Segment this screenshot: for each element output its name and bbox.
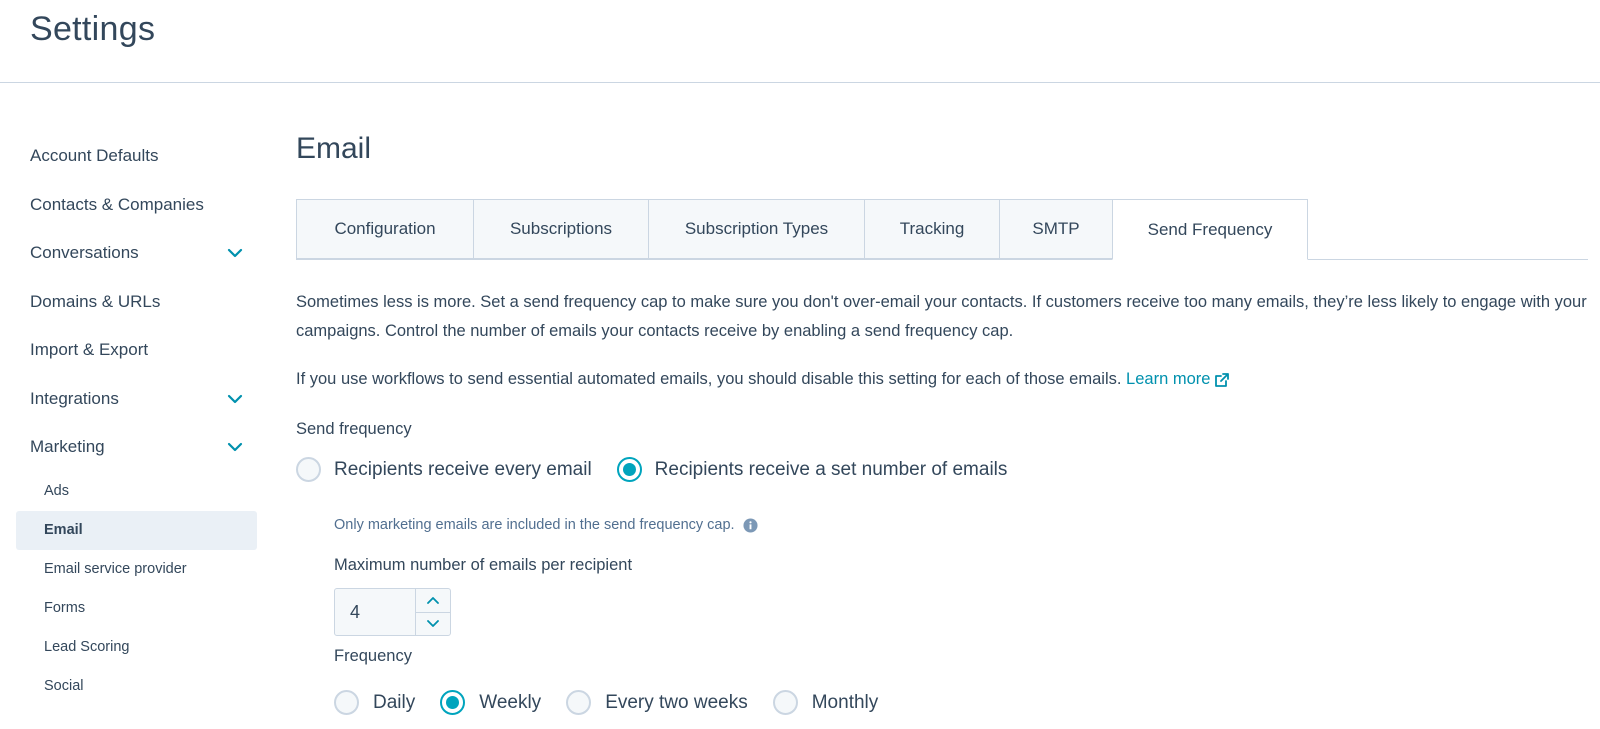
tab-label: Tracking (899, 219, 965, 238)
chevron-down-icon (227, 394, 243, 403)
tab-subscriptions[interactable]: Subscriptions (473, 199, 648, 259)
info-icon[interactable] (743, 517, 758, 533)
sidebar-subitem-label: Email (44, 522, 83, 538)
radio-label: Daily (373, 691, 416, 713)
sidebar-subitem-forms[interactable]: Forms (16, 589, 257, 628)
page-title: Settings (30, 10, 156, 48)
main-content: Email Configuration Subscriptions Subscr… (296, 0, 1600, 729)
sidebar-subitem-label: Social (44, 678, 84, 694)
radio-button-selected[interactable] (616, 457, 642, 482)
sidebar-item-import-export[interactable]: Import & Export (16, 326, 257, 375)
sidebar-subitem-email[interactable]: Email (16, 510, 257, 550)
external-link-icon (1215, 372, 1230, 387)
radio-button[interactable] (566, 690, 592, 715)
sidebar-item-contacts-companies[interactable]: Contacts & Companies (16, 181, 257, 230)
tab-subscription-types[interactable]: Subscription Types (648, 199, 864, 259)
sidebar-item-account-defaults[interactable]: Account Defaults (16, 132, 257, 181)
sidebar-subitem-lead-scoring[interactable]: Lead Scoring (16, 628, 257, 667)
send-cap-note-text: Only marketing emails are included in th… (334, 517, 735, 533)
learn-more-label: Learn more (1126, 370, 1211, 388)
radio-button[interactable] (296, 457, 321, 482)
tab-label: Send Frequency (1147, 219, 1273, 239)
stepper-buttons (415, 589, 450, 635)
radio-button[interactable] (334, 690, 359, 715)
sidebar-subitem-label: Email service provider (44, 561, 187, 577)
radio-label: Recipients receive a set number of email… (654, 458, 1008, 480)
learn-more-link[interactable]: Learn more (1126, 365, 1230, 394)
tab-send-frequency[interactable]: Send Frequency (1112, 199, 1308, 260)
sidebar-item-integrations[interactable]: Integrations (16, 375, 257, 424)
radio-label: Every two weeks (605, 691, 748, 713)
radio-button-selected[interactable] (440, 690, 466, 715)
radio-weekly[interactable]: Weekly (440, 690, 541, 715)
radio-every-email[interactable]: Recipients receive every email (296, 457, 592, 482)
sidebar-subitem-email-service-provider[interactable]: Email service provider (16, 550, 257, 589)
tab-label: Subscription Types (684, 219, 829, 238)
sidebar-item-label: Account Defaults (30, 146, 159, 166)
chevron-down-icon (427, 619, 439, 627)
tab-bar: Configuration Subscriptions Subscription… (296, 199, 1588, 260)
sidebar-subitem-label: Lead Scoring (44, 639, 130, 655)
sidebar-item-label: Contacts & Companies (30, 194, 204, 214)
frequency-label: Frequency (334, 647, 412, 665)
sidebar-item-label: Marketing (30, 437, 105, 457)
frequency-radio-group: Daily Weekly Every two weeks Monthly (334, 690, 878, 715)
workflow-note-text: If you use workflows to send essential a… (296, 370, 1122, 388)
radio-daily[interactable]: Daily (334, 690, 415, 715)
radio-label: Weekly (479, 691, 542, 713)
sidebar-subitem-label: Ads (44, 483, 69, 499)
sidebar-nav: Account Defaults Contacts & Companies Co… (16, 132, 257, 706)
tab-label: Configuration (334, 219, 436, 238)
workflow-note-paragraph: If you use workflows to send essential a… (296, 365, 1588, 394)
section-title: Email (296, 132, 372, 165)
radio-label: Recipients receive every email (334, 458, 592, 480)
radio-label: Monthly (811, 691, 879, 713)
radio-button[interactable] (772, 690, 798, 715)
tab-tracking[interactable]: Tracking (864, 199, 999, 259)
sidebar-item-domains-urls[interactable]: Domains & URLs (16, 278, 257, 327)
max-emails-stepper (334, 588, 451, 636)
tab-smtp[interactable]: SMTP (999, 199, 1112, 259)
sidebar-item-label: Domains & URLs (30, 291, 161, 311)
description-paragraph: Sometimes less is more. Set a send frequ… (296, 293, 1587, 340)
max-emails-label: Maximum number of emails per recipient (334, 556, 633, 574)
max-emails-input[interactable] (335, 589, 415, 635)
sidebar-subitem-label: Forms (44, 600, 86, 616)
sidebar-item-label: Import & Export (30, 340, 149, 360)
radio-monthly[interactable]: Monthly (772, 690, 879, 715)
chevron-up-icon (427, 597, 439, 605)
send-cap-note: Only marketing emails are included in th… (334, 517, 758, 533)
sidebar-item-label: Conversations (30, 243, 139, 263)
sidebar-subitem-social[interactable]: Social (16, 667, 257, 706)
send-frequency-label: Send frequency (296, 420, 412, 438)
increment-button[interactable] (416, 589, 450, 612)
sidebar-item-label: Integrations (30, 388, 119, 408)
tab-label: Subscriptions (509, 219, 613, 238)
tab-label: SMTP (1032, 219, 1080, 238)
sidebar-item-marketing[interactable]: Marketing (16, 423, 257, 472)
chevron-down-icon (227, 249, 243, 258)
sidebar-item-conversations[interactable]: Conversations (16, 229, 257, 278)
radio-set-number[interactable]: Recipients receive a set number of email… (616, 457, 1008, 482)
sidebar-subitem-ads[interactable]: Ads (16, 472, 257, 511)
tab-configuration[interactable]: Configuration (296, 199, 473, 259)
radio-every-two-weeks[interactable]: Every two weeks (566, 690, 748, 715)
chevron-down-icon (227, 443, 243, 452)
decrement-button[interactable] (416, 611, 450, 636)
send-frequency-radio-group: Recipients receive every email Recipient… (296, 457, 1007, 482)
